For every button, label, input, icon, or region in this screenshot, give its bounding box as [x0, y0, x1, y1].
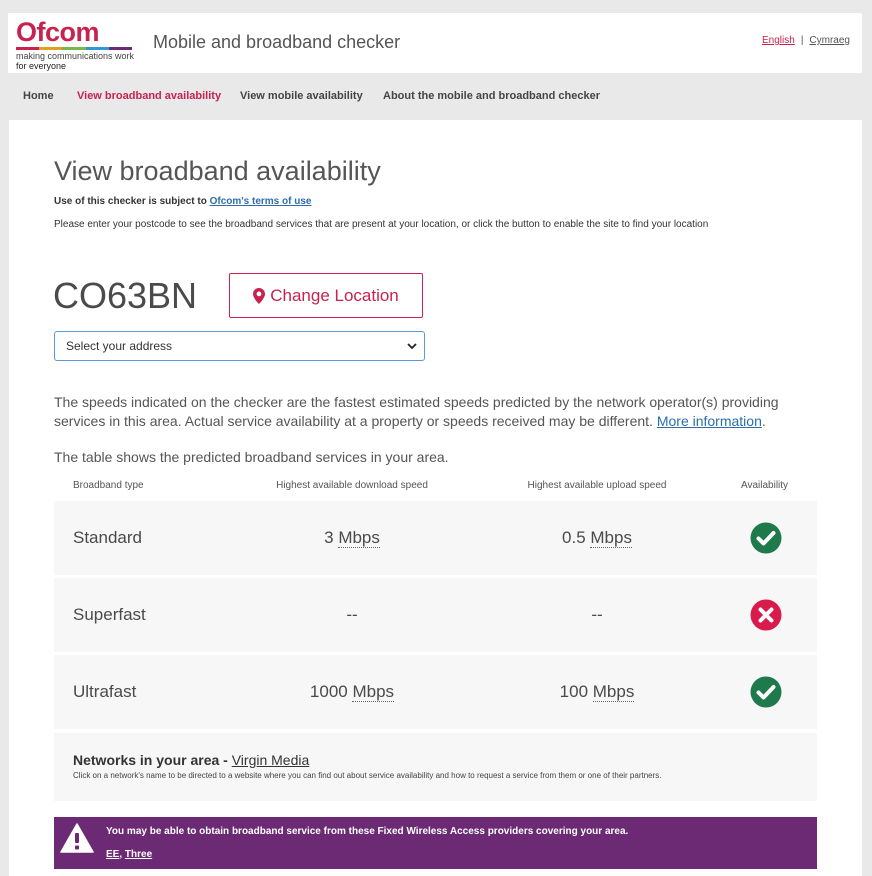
download-value: -- — [346, 605, 358, 624]
app-title: Mobile and broadband checker — [153, 32, 401, 52]
networks-help-text: Click on a network's name to be directed… — [73, 771, 662, 780]
broadband-type: Ultrafast — [73, 682, 137, 701]
table-row: Superfast -- -- — [54, 578, 817, 652]
upload-speed: 0.5 Mbps — [500, 528, 694, 548]
main-content: View broadband availability Use of this … — [9, 120, 862, 876]
change-location-button[interactable]: Change Location — [229, 273, 423, 318]
terms-notice: Use of this checker is subject to Ofcom'… — [54, 196, 311, 207]
ofcom-logo[interactable]: Ofcom making communications work for eve… — [16, 17, 136, 71]
address-select[interactable]: Select your address — [54, 331, 425, 361]
table-row: Ultrafast 1000 Mbps 100 Mbps — [54, 655, 817, 729]
unavailable-cross-icon — [750, 599, 782, 631]
map-pin-icon — [253, 287, 266, 304]
fixed-wireless-banner: You may be able to obtain broadband serv… — [54, 817, 817, 869]
networks-panel: Networks in your area - Virgin Media Cli… — [54, 733, 817, 801]
logo-wordmark: Ofcom — [16, 17, 100, 47]
column-header-availability: Availability — [741, 480, 789, 491]
language-english-link[interactable]: English — [762, 35, 795, 46]
speeds-disclaimer: The speeds indicated on the checker are … — [54, 393, 824, 431]
chevron-down-icon — [407, 343, 417, 350]
address-select-value: Select your address — [66, 339, 173, 353]
download-unit: Mbps — [352, 682, 395, 702]
table-intro: The table shows the predicted broadband … — [54, 449, 449, 465]
upload-value: 0.5 — [562, 528, 586, 547]
nav-view-mobile[interactable]: View mobile availability — [240, 90, 363, 102]
networks-title: Networks in your area - Virgin Media — [73, 752, 309, 768]
download-value: 1000 — [309, 682, 348, 701]
nav-about[interactable]: About the mobile and broadband checker — [383, 90, 600, 102]
upload-unit: Mbps — [592, 682, 635, 702]
language-switcher: English | Cymraeg — [762, 35, 850, 46]
nav-home[interactable]: Home — [23, 90, 54, 102]
download-speed: 3 Mbps — [254, 528, 450, 548]
download-value: 3 — [324, 528, 334, 547]
upload-unit: Mbps — [590, 528, 632, 548]
column-header-type: Broadband type — [73, 480, 144, 491]
upload-speed: -- — [500, 605, 694, 625]
postcode-instructions: Please enter your postcode to see the br… — [54, 219, 709, 230]
change-location-label: Change Location — [270, 285, 399, 305]
broadband-type: Superfast — [73, 605, 146, 624]
fixed-wireless-providers: EE, Three — [106, 849, 152, 860]
column-header-download: Highest available download speed — [276, 480, 428, 491]
page-title: View broadband availability — [54, 156, 381, 186]
download-speed: 1000 Mbps — [254, 682, 450, 702]
logo-color-bars — [16, 47, 133, 50]
postcode-display: CO63BN — [53, 275, 198, 316]
nav-view-broadband[interactable]: View broadband availability — [77, 90, 221, 102]
available-check-icon — [750, 676, 782, 708]
networks-title-text: Networks in your area - — [73, 752, 232, 768]
download-unit: Mbps — [338, 528, 380, 548]
provider-link-three[interactable]: Three — [125, 849, 152, 860]
upload-speed: 100 Mbps — [500, 682, 694, 702]
more-information-link[interactable]: More information — [657, 413, 762, 429]
warning-icon — [60, 823, 94, 853]
table-row: Standard 3 Mbps 0.5 Mbps — [54, 501, 817, 575]
column-header-upload: Highest available upload speed — [527, 480, 667, 491]
upload-value: 100 — [559, 682, 589, 701]
upload-value: -- — [591, 605, 603, 624]
provider-link-ee[interactable]: EE — [106, 849, 119, 860]
logo-tagline: making communications work — [16, 51, 135, 61]
language-separator: | — [800, 35, 804, 46]
network-link-virgin-media[interactable]: Virgin Media — [232, 752, 310, 768]
broadband-type: Standard — [73, 528, 142, 547]
terms-prefix: Use of this checker is subject to — [54, 196, 210, 207]
logo-tagline-2: for everyone — [16, 61, 67, 71]
available-check-icon — [750, 522, 782, 554]
fixed-wireless-message: You may be able to obtain broadband serv… — [106, 826, 629, 837]
speeds-disclaimer-end: . — [761, 413, 766, 429]
site-header: Ofcom making communications work for eve… — [8, 13, 862, 73]
download-speed: -- — [254, 605, 450, 625]
terms-link[interactable]: Ofcom's terms of use — [210, 196, 312, 207]
main-nav: Home View broadband availability View mo… — [8, 80, 862, 114]
language-welsh-link[interactable]: Cymraeg — [809, 35, 850, 46]
